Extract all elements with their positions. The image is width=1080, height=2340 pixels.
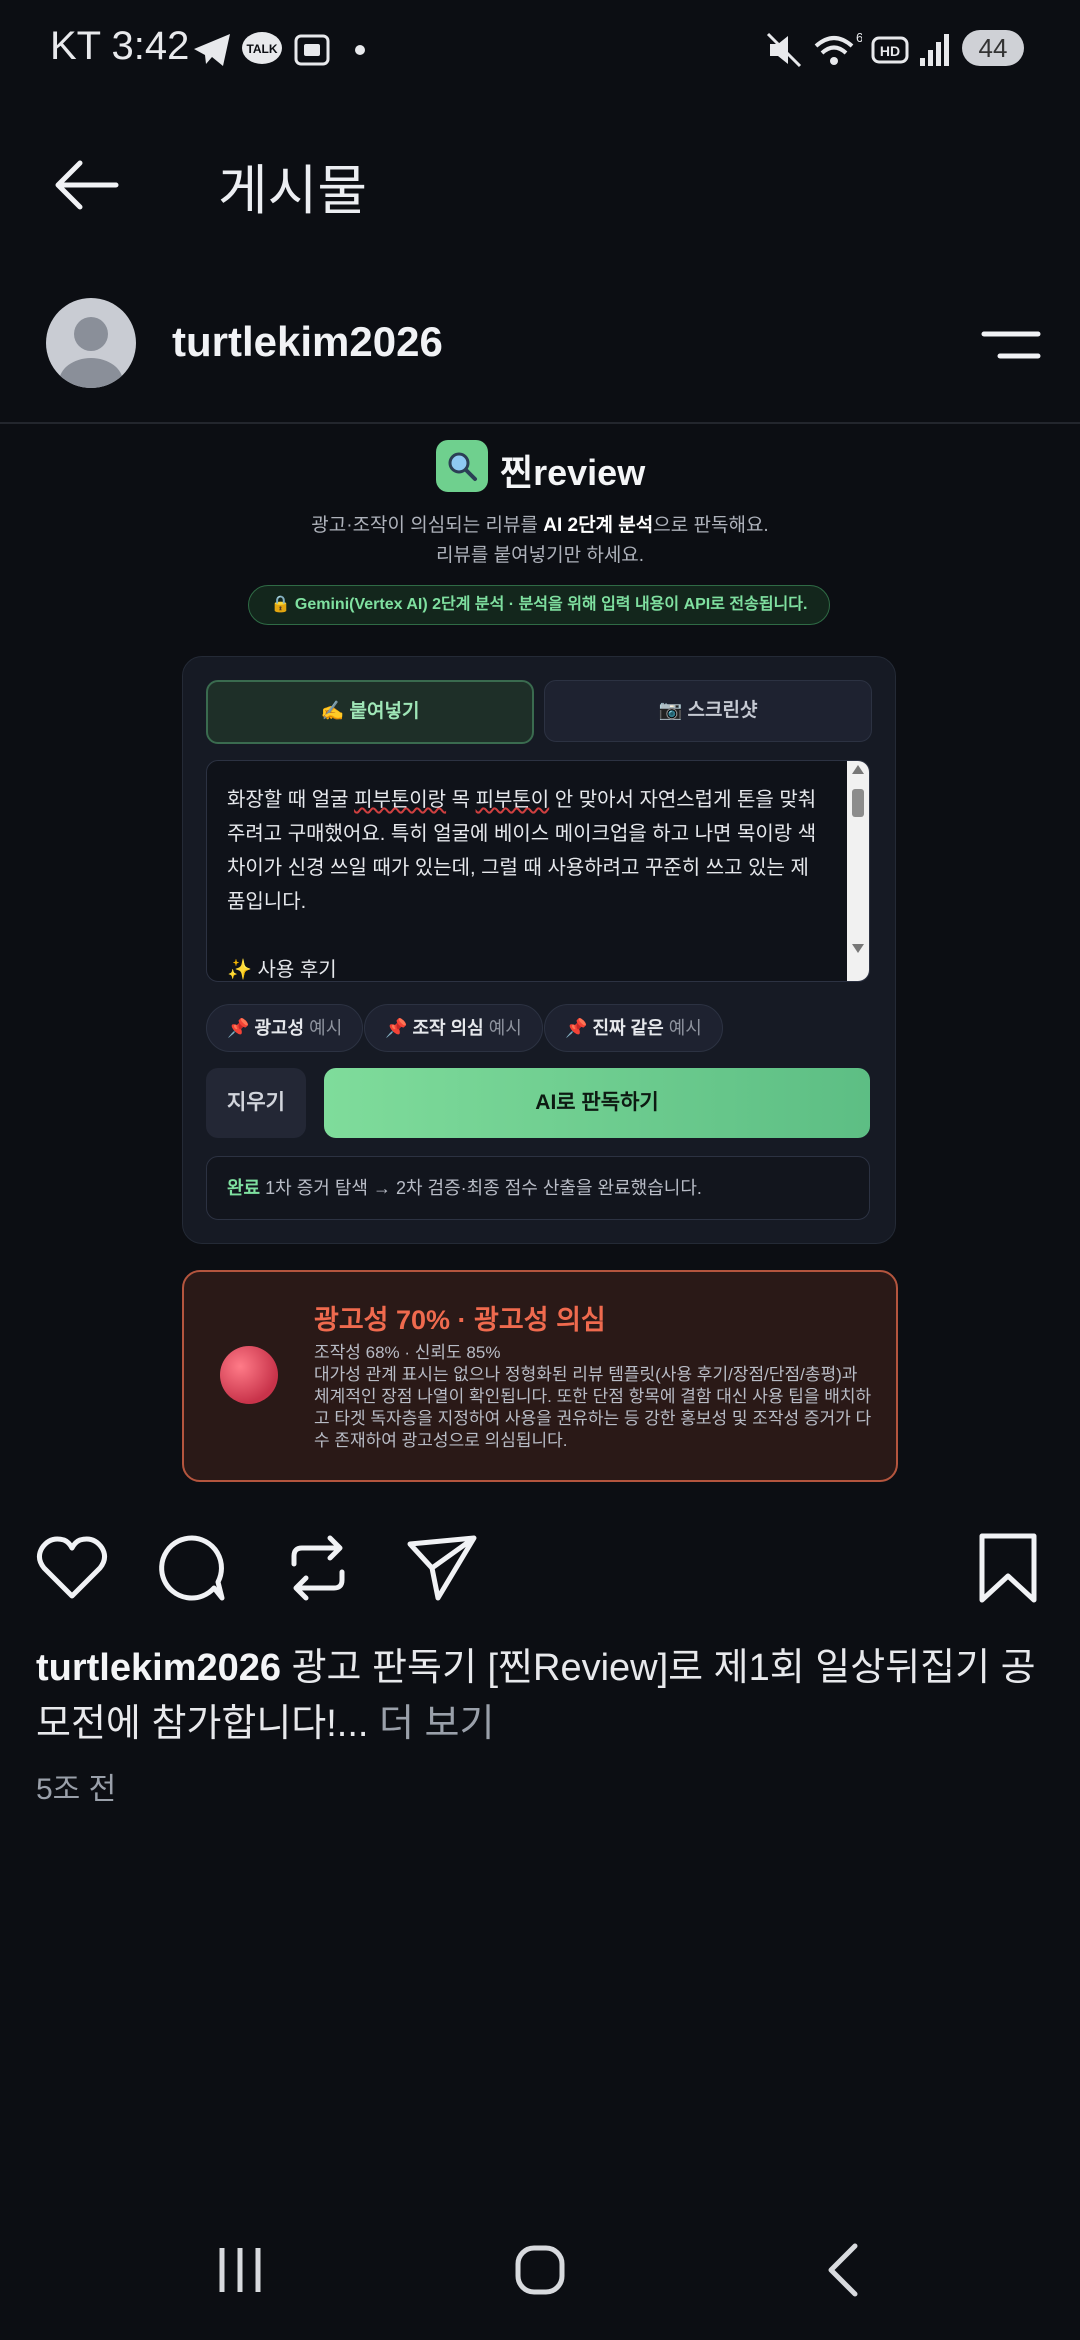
svg-text:TALK: TALK <box>246 42 277 56</box>
tab-screenshot: 📷 스크린샷 <box>544 680 872 742</box>
status-message: 완료 1차 증거 탐색 → 2차 검증·최종 점수 산출을 완료했습니다. <box>206 1156 870 1220</box>
tab-paste: ✍️ 붙여넣기 <box>206 680 534 744</box>
wifi-icon: 6 <box>814 30 862 65</box>
kakaotalk-icon: TALK <box>242 32 282 64</box>
back-nav-icon[interactable] <box>815 2240 875 2300</box>
magnifier-icon <box>448 452 477 481</box>
repost-icon[interactable] <box>280 1530 356 1606</box>
result-scores: 조작성 68% · 신뢰도 85% <box>314 1343 501 1362</box>
api-notice-badge: 🔒 Gemini(Vertex AI) 2단계 분석 · 분석을 위해 입력 내… <box>248 585 830 625</box>
status-bar: KT 3:42 TALK 6 HD 44 <box>0 0 1080 100</box>
result-description: 대가성 관계 표시는 없으나 정형화된 리뷰 템플릿(사용 후기/장점/단점/총… <box>314 1365 872 1450</box>
clear-button: 지우기 <box>206 1068 306 1138</box>
review-textarea: 화장할 때 얼굴 피부톤이랑 목 피부톤이 안 맞아서 자연스럽게 톤을 맞춰주… <box>206 760 870 982</box>
ai-judge-button: AI로 판독하기 <box>324 1068 870 1138</box>
svg-text:6: 6 <box>856 30 862 45</box>
hd-icon: HD <box>871 36 909 64</box>
example-chip-manipulation: 📌 조작 의심 예시 <box>364 1004 543 1052</box>
textarea-scrollbar <box>847 761 869 981</box>
bookmark-icon[interactable] <box>970 1530 1046 1606</box>
notification-dot-icon <box>355 45 365 55</box>
mute-icon <box>766 32 802 68</box>
back-arrow-icon[interactable] <box>50 150 120 220</box>
avatar[interactable] <box>46 298 136 388</box>
subtitle-secondary: 리뷰를 붙여넣기만 하세요. <box>435 545 645 566</box>
more-link[interactable]: 더 보기 <box>368 1703 494 1745</box>
red-dot-icon <box>220 1346 278 1404</box>
svg-text:HD: HD <box>880 43 900 59</box>
caption-username[interactable]: turtlekim2026 <box>36 1647 281 1689</box>
post-timestamp: 5조 전 <box>36 1773 117 1806</box>
telegram-icon <box>194 34 230 66</box>
example-chip-ad: 📌 광고성 예시 <box>206 1004 364 1052</box>
battery-indicator: 44 <box>962 30 1024 66</box>
result-title: 광고성 70% · 광고성 의심 <box>314 1305 606 1335</box>
example-chip-genuine: 📌 진짜 같은 예시 <box>544 1004 723 1052</box>
post-caption: turtlekim2026 광고 판독기 [찐Review]로 제1회 일상뒤집… <box>36 1647 1036 1745</box>
profile-username[interactable]: turtlekim2026 <box>172 318 443 366</box>
signal-icon <box>920 34 949 66</box>
home-icon[interactable] <box>510 2240 570 2300</box>
default-user-icon <box>59 317 123 388</box>
logo-text: 찐review <box>500 452 646 493</box>
heart-icon[interactable] <box>34 1530 110 1606</box>
menu-icon[interactable] <box>980 328 1042 362</box>
screenshot-icon <box>294 34 330 66</box>
status-time: KT 3:42 <box>50 24 190 68</box>
subtitle: 광고·조작이 의심되는 리뷰를 AI 2단계 분석으로 판독해요. <box>311 515 769 536</box>
review-text: 화장할 때 얼굴 피부톤이랑 목 피부톤이 안 맞아서 자연스럽게 톤을 맞춰주… <box>227 789 822 981</box>
recent-apps-icon[interactable] <box>210 2240 270 2300</box>
logo-badge <box>436 440 488 492</box>
comment-icon[interactable] <box>154 1530 230 1606</box>
result-card: 광고성 70% · 광고성 의심 조작성 68% · 신뢰도 85% 대가성 관… <box>182 1270 898 1482</box>
send-icon[interactable] <box>404 1530 480 1606</box>
page-title: 게시물 <box>218 161 368 221</box>
